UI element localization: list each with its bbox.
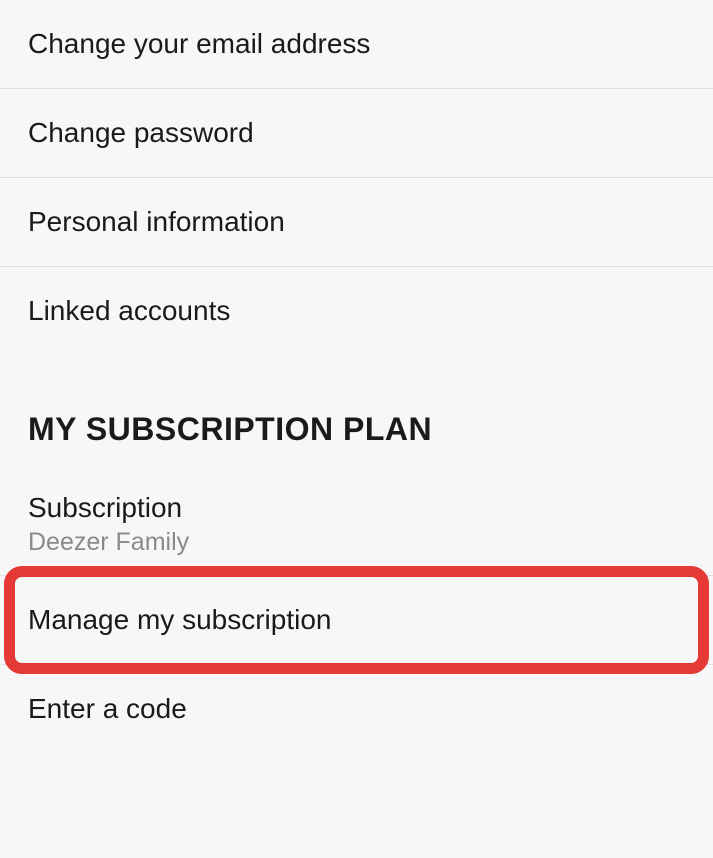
enter-code-item[interactable]: Enter a code (0, 665, 713, 753)
linked-accounts-label: Linked accounts (28, 295, 230, 326)
enter-code-label: Enter a code (28, 693, 187, 724)
subscription-label: Subscription (28, 492, 685, 524)
change-password-item[interactable]: Change password (0, 89, 713, 178)
change-email-label: Change your email address (28, 28, 370, 59)
subscription-value: Deezer Family (28, 528, 685, 557)
change-email-item[interactable]: Change your email address (0, 0, 713, 89)
linked-accounts-item[interactable]: Linked accounts (0, 267, 713, 355)
change-password-label: Change password (28, 117, 254, 148)
manage-subscription-label: Manage my subscription (28, 604, 331, 635)
manage-subscription-item[interactable]: Manage my subscription (0, 576, 713, 665)
subscription-section-header: MY SUBSCRIPTION PLAN (0, 355, 713, 468)
subscription-info-item[interactable]: Subscription Deezer Family (0, 468, 713, 576)
personal-information-item[interactable]: Personal information (0, 178, 713, 267)
personal-information-label: Personal information (28, 206, 285, 237)
